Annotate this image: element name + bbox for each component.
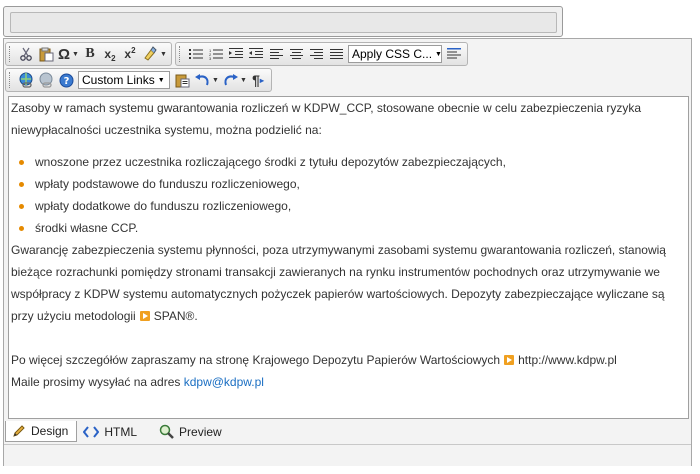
format-stripper-dropdown-icon[interactable]: ▼	[160, 44, 167, 64]
special-chars-dropdown-icon[interactable]: ▼	[72, 44, 79, 64]
align-left-icon[interactable]	[267, 44, 285, 64]
list-item: wpłaty podstawowe do funduszu rozliczeni…	[11, 173, 686, 195]
align-right-icon[interactable]	[307, 44, 325, 64]
list-item: środki własne CCP.	[11, 217, 686, 239]
paragraph-mark-icon[interactable]: ¶ ▸	[249, 70, 267, 90]
guarantee-text: Gwarancję zabezpieczenia systemu płynnoś…	[11, 243, 666, 323]
undo-icon[interactable]	[193, 70, 211, 90]
editor-content-area[interactable]: Zasoby w ramach systemu gwarantowania ro…	[8, 96, 689, 419]
superscript-glyph: x	[124, 47, 132, 61]
mail-paragraph: Maile prosimy wysyłać na adres kdpw@kdpw…	[11, 371, 686, 393]
mail-text: Maile prosimy wysyłać na adres	[11, 375, 181, 389]
tab-design[interactable]: Design	[5, 421, 78, 442]
toolbar-row-2: ? Custom Links ▼ ▼ ▼ ¶ ▸	[5, 67, 275, 93]
apply-css-class-select[interactable]: Apply CSS C... ▼	[348, 45, 442, 63]
apply-css-class-label: Apply CSS C...	[352, 47, 433, 61]
help-icon[interactable]: ?	[57, 70, 75, 90]
rich-text-editor: Ω ▼ B x2 x2 ▼ 123 Apply CSS C... ▼ ? Cus…	[3, 38, 692, 466]
tab-design-label: Design	[31, 424, 69, 438]
title-field-container	[3, 6, 563, 37]
remove-link-icon[interactable]	[37, 70, 55, 90]
undo-dropdown-icon[interactable]: ▼	[212, 70, 219, 90]
format-stripper-icon[interactable]	[141, 44, 159, 64]
special-chars-icon[interactable]: Ω	[57, 44, 71, 64]
more-info-text: Po więcej szczegółów zapraszamy na stron…	[11, 353, 501, 367]
editor-mode-bar: Design HTML Preview	[4, 421, 691, 443]
guarantee-paragraph: Gwarancję zabezpieczenia systemu płynnoś…	[11, 239, 686, 327]
toolbar-group-links: ? Custom Links ▼ ▼ ▼ ¶ ▸	[5, 68, 272, 92]
resource-list: wnoszone przez uczestnika rozliczającego…	[11, 151, 686, 239]
toolbar-group-format: Ω ▼ B x2 x2 ▼	[5, 42, 172, 66]
link-arrow-icon	[139, 311, 150, 321]
superscript-icon[interactable]: x2	[121, 44, 139, 64]
toolbar-group-paragraph: 123 Apply CSS C... ▼	[175, 42, 468, 66]
subscript-icon[interactable]: x2	[101, 44, 119, 64]
bullet-icon	[19, 160, 24, 165]
redo-dropdown-icon[interactable]: ▼	[240, 70, 247, 90]
numbered-list-icon[interactable]: 123	[207, 44, 225, 64]
editor-status-bar	[4, 444, 691, 466]
bullet-icon	[19, 204, 24, 209]
list-item-text: wnoszone przez uczestnika rozliczającego…	[35, 155, 506, 169]
bullet-icon	[19, 182, 24, 187]
hyperlink-icon[interactable]	[17, 70, 35, 90]
list-item: wnoszone przez uczestnika rozliczającego…	[11, 151, 686, 173]
title-input[interactable]	[10, 12, 557, 33]
custom-links-label: Custom Links	[82, 73, 155, 87]
list-item-text: środki własne CCP.	[35, 221, 139, 235]
span-link[interactable]: SPAN®.	[154, 309, 198, 323]
custom-links-select[interactable]: Custom Links ▼	[78, 71, 170, 89]
tab-preview-label: Preview	[179, 424, 222, 439]
code-icon	[83, 425, 100, 438]
redo-icon[interactable]	[221, 70, 239, 90]
link-arrow-icon	[504, 355, 515, 365]
toolbar-grip	[9, 46, 13, 62]
magnifier-icon	[159, 424, 174, 439]
more-info-paragraph: Po więcej szczegółów zapraszamy na stron…	[11, 349, 686, 371]
bold-icon[interactable]: B	[81, 44, 99, 64]
chevron-down-icon: ▼	[157, 76, 165, 84]
list-item-text: wpłaty dodatkowe do funduszu rozliczenio…	[35, 199, 292, 213]
svg-text:3: 3	[209, 56, 212, 60]
outdent-icon[interactable]	[247, 44, 265, 64]
tab-preview[interactable]: Preview	[153, 421, 230, 442]
paragraph-format-icon[interactable]	[445, 44, 463, 64]
toolbar-grip	[9, 72, 13, 88]
tab-html[interactable]: HTML	[77, 421, 145, 442]
cut-icon[interactable]	[17, 44, 35, 64]
site-link[interactable]: http://www.kdpw.pl	[518, 353, 617, 367]
list-item: wpłaty dodatkowe do funduszu rozliczenio…	[11, 195, 686, 217]
paste-from-word-icon[interactable]	[173, 70, 191, 90]
spacer-line	[11, 327, 686, 349]
pencil-icon	[12, 424, 26, 438]
toolbar-grip	[179, 46, 183, 62]
tab-html-label: HTML	[104, 424, 138, 439]
toolbar-row-1: Ω ▼ B x2 x2 ▼ 123 Apply CSS C... ▼	[5, 41, 471, 67]
svg-text:?: ?	[63, 76, 69, 87]
bullet-icon	[19, 226, 24, 231]
intro-paragraph: Zasoby w ramach systemu gwarantowania ro…	[11, 101, 642, 137]
list-item-text: wpłaty podstawowe do funduszu rozliczeni…	[35, 177, 300, 191]
email-link[interactable]: kdpw@kdpw.pl	[184, 375, 264, 389]
indent-icon[interactable]	[227, 44, 245, 64]
justify-icon[interactable]	[327, 44, 345, 64]
paragraph-glyph: ¶	[252, 72, 260, 88]
subscript-glyph: x	[104, 47, 112, 61]
chevron-down-icon: ▼	[435, 50, 442, 58]
align-center-icon[interactable]	[287, 44, 305, 64]
paste-icon[interactable]	[37, 44, 55, 64]
bulleted-list-icon[interactable]	[187, 44, 205, 64]
